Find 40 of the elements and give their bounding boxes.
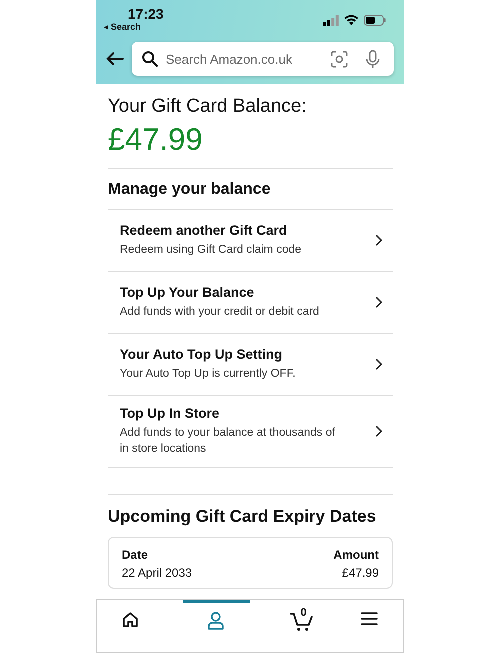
camera-icon[interactable] [331,50,348,68]
status-time: 17:23 [127,6,164,22]
menu-icon [360,612,378,626]
cart-count: 0 [300,607,307,619]
row-title: Your Auto Top Up Setting [120,346,284,362]
menu-row[interactable]: Top Up Your Balance Add funds with your credit or debit card [108,272,393,334]
column-header: Date [122,548,148,562]
home-icon [122,612,140,628]
table-cell: 22 April 2033 [122,566,192,580]
wifi-icon [344,15,359,26]
chevron-right-icon [375,296,383,309]
row-subtitle: Add funds to your balance at thousands of in store locations [120,426,336,458]
battery-icon [364,15,386,26]
section-heading: Upcoming Gift Card Expiry Dates [108,506,378,528]
section-heading: Manage your balance [108,180,272,200]
row-subtitle: Redeem using Gift Card claim code [120,242,303,258]
column-header: Amount [334,548,379,562]
balance-amount: £47.99 [108,122,204,158]
search-icon [142,51,158,67]
row-subtitle: Your Auto Top Up is currently OFF. [120,366,297,382]
row-title: Top Up In Store [120,406,220,421]
back-arrow-icon[interactable] [104,50,126,68]
menu-row[interactable]: Your Auto Top Up Setting Your Auto Top Up is currently OFF. [108,334,393,396]
chevron-right-icon [375,425,383,438]
balance-label: Your Gift Card Balance: [108,96,308,118]
table-cell: £47.99 [342,566,379,580]
menu-row[interactable]: Top Up In Store Add funds to your balance at thousands of in store locations [108,396,393,468]
chevron-right-icon [375,358,383,371]
signal-icon [323,15,339,26]
search-input[interactable]: Search Amazon.co.uk [166,52,323,66]
chevron-right-icon [375,234,383,247]
person-icon [208,612,224,630]
nav-tab[interactable]: 0 [268,600,336,652]
menu-row[interactable]: Redeem another Gift Card Redeem using Gift Card claim code [108,210,393,272]
microphone-icon[interactable] [366,50,380,68]
back-to-app-link[interactable]: ◂ Search [104,22,164,33]
row-subtitle: Add funds with your credit or debit card [120,304,320,320]
row-title: Redeem another Gift Card [120,222,288,238]
row-title: Top Up Your Balance [120,284,256,300]
search-field[interactable]: Search Amazon.co.uk [132,42,394,76]
